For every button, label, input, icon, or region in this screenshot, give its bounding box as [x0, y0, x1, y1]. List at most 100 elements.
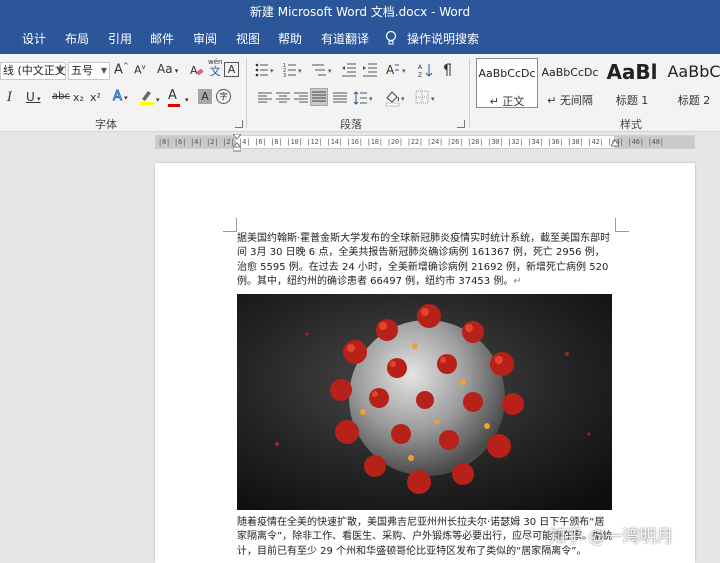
- decrease-indent-icon[interactable]: [341, 62, 357, 78]
- svg-text:▾: ▾: [402, 67, 406, 75]
- font-group-label: 字体: [95, 118, 117, 131]
- tab-design[interactable]: 设计: [22, 30, 46, 47]
- align-left-icon[interactable]: [258, 92, 272, 104]
- tab-layout[interactable]: 布局: [65, 30, 89, 47]
- shrink-font-button[interactable]: Av: [134, 63, 146, 77]
- superscript-button[interactable]: x²: [90, 91, 101, 104]
- document-page[interactable]: 据美国约翰斯·霍普金斯大学发布的全球新冠肺炎疫情实时统计系统，截至美国东部时间 …: [155, 163, 695, 563]
- window-title: 新建 Microsoft Word 文档.docx - Word: [249, 5, 471, 19]
- svg-text:A: A: [190, 64, 198, 77]
- ribbon-tabs: 设计 布局 引用 邮件 审阅 视图 帮助 有道翻译 操作说明搜索: [0, 24, 720, 54]
- distributed-icon[interactable]: [333, 92, 347, 104]
- crop-mark-top-right: [615, 218, 629, 232]
- style-heading-1[interactable]: AaBl 标题 1: [601, 58, 663, 108]
- character-border-label: A: [227, 63, 236, 76]
- underline-button[interactable]: U ▾: [26, 90, 41, 104]
- tell-me-search[interactable]: 操作说明搜索: [407, 30, 479, 47]
- styles-group-label: 样式: [620, 118, 642, 131]
- group-divider: [469, 58, 470, 128]
- borders-icon[interactable]: ▾: [415, 90, 439, 106]
- increase-indent-icon[interactable]: [362, 62, 378, 78]
- svg-text:▾: ▾: [298, 67, 302, 75]
- ribbon-home: 线 (中文正文 ▼ 五号 ▼ A^ Av Aa ▾ A wén 文 A I U …: [0, 54, 720, 132]
- highlighter-icon[interactable]: [138, 88, 156, 106]
- align-center-icon[interactable]: [276, 92, 290, 104]
- svg-text:▾: ▾: [431, 95, 435, 103]
- svg-text:A: A: [386, 63, 395, 77]
- paragraph-mark: ↵: [513, 276, 522, 288]
- tab-view[interactable]: 视图: [236, 30, 260, 47]
- subscript-button[interactable]: x₂: [73, 91, 84, 104]
- shading-icon[interactable]: ▾: [384, 89, 408, 107]
- align-right-icon[interactable]: [294, 92, 308, 104]
- paragraph-dialog-launcher-icon[interactable]: [457, 120, 465, 128]
- show-formatting-marks-icon[interactable]: [441, 62, 455, 78]
- sort-icon[interactable]: AZ: [418, 62, 434, 78]
- style-normal-name: ↵ 正文: [489, 95, 525, 108]
- paragraph-1-text: 据美国约翰斯·霍普金斯大学发布的全球新冠肺炎疫情实时统计系统，截至美国东部时间 …: [237, 233, 611, 288]
- style-no-spacing-sample: AaBbCcDc: [541, 66, 599, 79]
- chevron-down-icon[interactable]: ▾: [185, 96, 189, 104]
- svg-text:▾: ▾: [270, 67, 274, 75]
- phonetic-guide-char: 文: [209, 65, 221, 78]
- tab-youdao-translate[interactable]: 有道翻译: [321, 30, 369, 47]
- chinese-layout-icon[interactable]: A ▾: [386, 62, 412, 78]
- multilevel-list-icon[interactable]: ▾: [311, 62, 335, 78]
- group-divider: [246, 58, 247, 128]
- style-heading-1-sample: AaBl: [606, 60, 658, 84]
- style-heading-1-name: 标题 1: [615, 94, 649, 107]
- style-heading-2-name: 标题 2: [677, 94, 711, 107]
- justify-icon: [312, 91, 326, 102]
- numbering-icon[interactable]: 123 ▾: [283, 62, 305, 78]
- document-paragraph-1[interactable]: 据美国约翰斯·霍普金斯大学发布的全球新冠肺炎疫情实时统计系统，截至美国东部时间 …: [237, 232, 613, 290]
- tab-help[interactable]: 帮助: [278, 30, 302, 47]
- tab-references[interactable]: 引用: [108, 30, 132, 47]
- style-no-spacing[interactable]: AaBbCcDc ↵ 无间隔: [539, 58, 601, 108]
- bullets-icon[interactable]: ▾: [255, 62, 277, 78]
- character-border-button[interactable]: A: [224, 62, 239, 77]
- shrink-font-label: A: [134, 63, 142, 77]
- paragraph-group-label: 段落: [340, 118, 362, 131]
- enclose-characters-label: 字: [219, 92, 228, 101]
- svg-text:▾: ▾: [369, 95, 373, 103]
- svg-text:▾: ▾: [328, 67, 332, 75]
- styles-gallery: AaBbCcDc ↵ 正文 AaBbCcDc ↵ 无间隔 AaBl 标题 1 A…: [475, 58, 720, 110]
- grow-font-button[interactable]: A^: [114, 62, 129, 77]
- coronavirus-image[interactable]: [237, 294, 612, 510]
- font-name-combo[interactable]: 线 (中文正文 ▼: [0, 62, 66, 80]
- line-spacing-icon[interactable]: ▾: [353, 90, 375, 106]
- horizontal-ruler[interactable]: |8| |6| |4| |2| |2| |4| |6| |8| |10| |12…: [155, 134, 695, 152]
- font-size-combo[interactable]: 五号 ▼: [68, 62, 110, 80]
- justify-button[interactable]: [310, 88, 328, 106]
- chevron-down-icon: ▼: [56, 66, 63, 75]
- grow-font-label: A: [114, 62, 123, 78]
- font-color-button[interactable]: A: [168, 88, 180, 107]
- chevron-down-icon[interactable]: ▾: [156, 96, 160, 104]
- crop-mark-top-left: [223, 218, 237, 232]
- italic-button[interactable]: I: [7, 90, 12, 105]
- enclose-characters-button[interactable]: 字: [216, 89, 231, 104]
- lightbulb-icon[interactable]: [385, 30, 397, 46]
- character-shading-button[interactable]: A: [198, 89, 212, 104]
- style-no-spacing-name: ↵ 无间隔: [547, 94, 593, 107]
- chevron-down-icon: ▼: [100, 66, 107, 75]
- change-case-button[interactable]: Aa ▾: [157, 62, 178, 76]
- character-shading-label: A: [201, 90, 209, 103]
- svg-text:Z: Z: [418, 72, 422, 78]
- phonetic-guide-button[interactable]: wén 文: [208, 58, 222, 78]
- style-normal[interactable]: AaBbCcDc ↵ 正文: [476, 58, 538, 108]
- right-indent-marker-icon[interactable]: [611, 140, 619, 148]
- svg-text:3: 3: [283, 73, 286, 78]
- strikethrough-button[interactable]: abc: [52, 91, 70, 102]
- font-dialog-launcher-icon[interactable]: [235, 120, 243, 128]
- tab-mailings[interactable]: 邮件: [150, 30, 174, 47]
- style-heading-2[interactable]: AaBbC 标题 2: [663, 58, 720, 108]
- style-normal-sample: AaBbCcDc: [478, 67, 536, 80]
- indent-marker-icon[interactable]: [233, 134, 241, 152]
- text-effects-button[interactable]: A ▾: [113, 89, 128, 105]
- font-color-swatch: [168, 104, 180, 107]
- svg-text:▾: ▾: [401, 95, 405, 103]
- title-bar: 新建 Microsoft Word 文档.docx - Word: [0, 0, 720, 24]
- clear-formatting-icon[interactable]: A: [190, 63, 204, 77]
- tab-review[interactable]: 审阅: [193, 30, 217, 47]
